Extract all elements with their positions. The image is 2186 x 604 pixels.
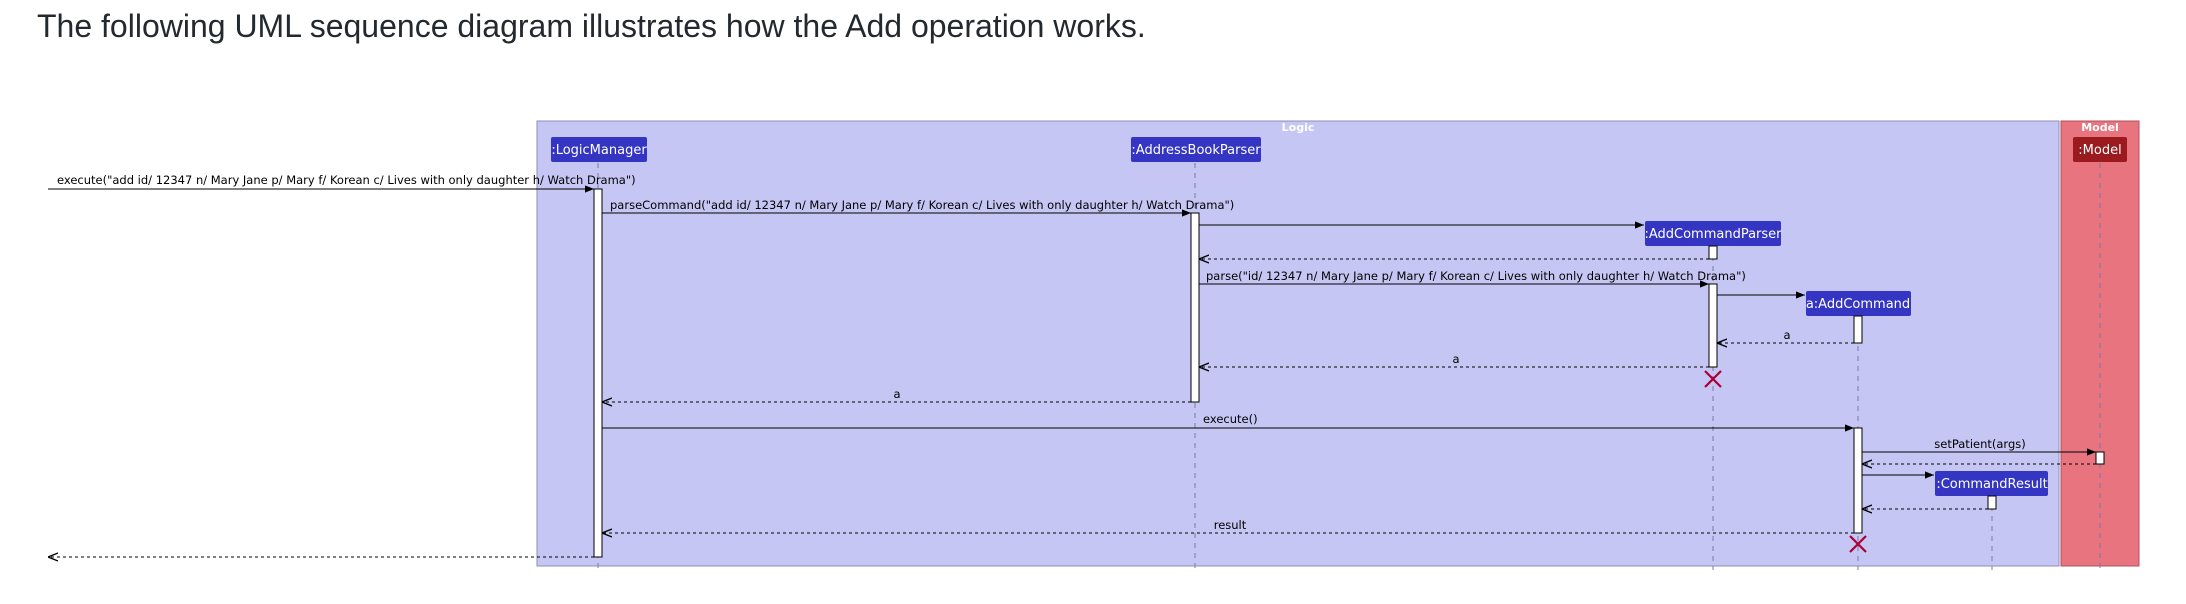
svg-text:a:AddCommand: a:AddCommand [1806, 297, 1910, 312]
participant-logic-manager: :LogicManager [551, 137, 647, 162]
sequence-diagram: Logic Model :LogicManager :AddressBookPa… [48, 120, 2140, 570]
participant-add-command-parser: :AddCommandParser [1644, 221, 1782, 246]
svg-text::AddCommandParser: :AddCommandParser [1644, 227, 1782, 242]
msg-parse-command-label: parseCommand("add id/ 12347 n/ Mary Jane… [610, 198, 1234, 212]
participant-model: :Model [2073, 137, 2127, 162]
svg-text::Model: :Model [2078, 143, 2121, 158]
svg-text::CommandResult: :CommandResult [1936, 477, 2047, 492]
activation-model [2095, 451, 2105, 465]
svg-text::AddressBookParser: :AddressBookParser [1131, 143, 1261, 158]
participant-command-result: :CommandResult [1935, 471, 2048, 496]
participant-add-command: a:AddCommand [1806, 291, 1911, 316]
msg-result-label: result [1214, 518, 1247, 532]
activation-address-book-parser [1190, 212, 1200, 403]
msg-parse-label: parse("id/ 12347 n/ Mary Jane p/ Mary f/… [1206, 269, 1746, 283]
msg-return-a-3-label: a [893, 387, 900, 401]
msg-return-a-1-label: a [1783, 328, 1790, 342]
activation-add-command-parser-1 [1708, 245, 1718, 260]
msg-execute-call-label: execute("add id/ 12347 n/ Mary Jane p/ M… [57, 173, 636, 187]
activation-command-result [1987, 495, 1997, 510]
activation-add-command-2 [1853, 427, 1863, 534]
msg-return-a-2-label: a [1452, 352, 1459, 366]
activation-add-command-1 [1853, 315, 1863, 344]
svg-text::LogicManager: :LogicManager [551, 143, 647, 158]
logic-group-box [536, 120, 2060, 567]
model-group-title: Model [2081, 121, 2119, 134]
logic-group-title: Logic [1282, 121, 1315, 134]
msg-set-patient-label: setPatient(args) [1934, 437, 2025, 451]
activation-logic-manager [593, 188, 603, 558]
msg-execute-label: execute() [1203, 412, 1258, 426]
activation-add-command-parser-2 [1708, 283, 1718, 368]
participant-address-book-parser: :AddressBookParser [1131, 137, 1261, 162]
